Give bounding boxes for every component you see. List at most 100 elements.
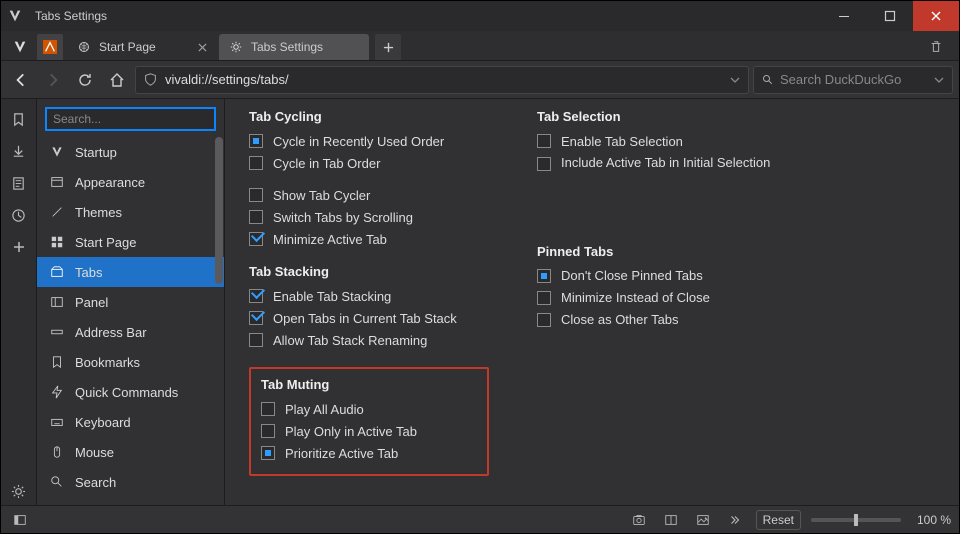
group-tab-stacking: Tab Stacking Enable Tab Stacking Open Ta…	[249, 264, 489, 351]
tabs-icon	[49, 264, 65, 280]
opt-label: Play Only in Active Tab	[285, 424, 417, 439]
nav-item-quick-commands[interactable]: Quick Commands	[37, 377, 224, 407]
zoom-slider[interactable]	[811, 518, 901, 522]
opt-dont-close-pinned[interactable]: Don't Close Pinned Tabs	[537, 265, 777, 287]
nav-item-privacy[interactable]: Privacy	[37, 497, 224, 505]
pinned-tab-icon[interactable]	[37, 34, 63, 60]
zoom-reset-button[interactable]: Reset	[756, 510, 801, 530]
opt-prioritize-active[interactable]: Prioritize Active Tab	[261, 442, 477, 464]
addressbar-icon	[49, 324, 65, 340]
section-title: Tab Muting	[261, 377, 477, 392]
keyboard-icon	[49, 414, 65, 430]
reload-button[interactable]	[71, 66, 99, 94]
opt-label: Include Active Tab in Initial Selection	[561, 155, 770, 172]
nav-label: Start Page	[75, 235, 136, 250]
nav-item-tabs[interactable]: Tabs	[37, 257, 224, 287]
notes-panel-icon[interactable]	[5, 169, 33, 197]
opt-label: Show Tab Cycler	[273, 188, 370, 203]
address-bar: vivaldi://settings/tabs/ Search DuckDuck…	[1, 61, 959, 99]
radio-icon	[261, 446, 275, 460]
images-toggle-icon[interactable]	[692, 509, 714, 531]
tiling-icon[interactable]	[660, 509, 682, 531]
panel-icon	[49, 294, 65, 310]
nav-item-keyboard[interactable]: Keyboard	[37, 407, 224, 437]
lock-icon	[49, 504, 65, 505]
trash-icon[interactable]	[923, 34, 949, 60]
minimize-button[interactable]	[821, 1, 867, 31]
scrollbar-thumb[interactable]	[215, 137, 223, 284]
nav-item-panel[interactable]: Panel	[37, 287, 224, 317]
forward-button[interactable]	[39, 66, 67, 94]
sidebar-scrollbar[interactable]	[214, 137, 224, 505]
opt-include-active-tab[interactable]: Include Active Tab in Initial Selection	[537, 152, 777, 172]
nav-item-start-page[interactable]: Start Page	[37, 227, 224, 257]
grid-icon	[49, 234, 65, 250]
opt-play-all-audio[interactable]: Play All Audio	[261, 398, 477, 420]
radio-icon	[537, 291, 551, 305]
bookmarks-panel-icon[interactable]	[5, 105, 33, 133]
nav-label: Privacy	[75, 505, 118, 506]
nav-item-search[interactable]: Search	[37, 467, 224, 497]
history-panel-icon[interactable]	[5, 201, 33, 229]
nav-label: Appearance	[75, 175, 145, 190]
opt-label: Play All Audio	[285, 402, 364, 417]
brush-icon	[49, 204, 65, 220]
opt-label: Enable Tab Stacking	[273, 289, 391, 304]
home-button[interactable]	[103, 66, 131, 94]
opt-open-in-stack[interactable]: Open Tabs in Current Tab Stack	[249, 307, 489, 329]
tab-start-page[interactable]: Start Page	[67, 34, 217, 60]
nav-item-appearance[interactable]: Appearance	[37, 167, 224, 197]
url-field[interactable]: vivaldi://settings/tabs/	[135, 66, 749, 94]
search-field[interactable]: Search DuckDuckGo	[753, 66, 953, 94]
downloads-panel-icon[interactable]	[5, 137, 33, 165]
settings-search-input[interactable]	[45, 107, 216, 131]
vivaldi-menu-icon[interactable]	[7, 34, 33, 60]
new-tab-button[interactable]	[375, 34, 401, 60]
opt-show-tab-cycler[interactable]: Show Tab Cycler	[249, 184, 489, 206]
opt-label: Prioritize Active Tab	[285, 446, 398, 461]
checkbox-icon	[249, 311, 263, 325]
window-title: Tabs Settings	[29, 9, 821, 23]
nav-label: Address Bar	[75, 325, 147, 340]
opt-cycle-order[interactable]: Cycle in Tab Order	[249, 152, 489, 174]
nav-item-startup[interactable]: Startup	[37, 137, 224, 167]
opt-minimize-instead[interactable]: Minimize Instead of Close	[537, 287, 777, 309]
settings-gear-icon[interactable]	[5, 477, 33, 505]
url-text: vivaldi://settings/tabs/	[165, 72, 289, 87]
opt-label: Allow Tab Stack Renaming	[273, 333, 427, 348]
back-button[interactable]	[7, 66, 35, 94]
checkbox-icon	[249, 232, 263, 246]
opt-label: Cycle in Tab Order	[273, 156, 380, 171]
opt-cycle-recent[interactable]: Cycle in Recently Used Order	[249, 130, 489, 152]
nav-item-themes[interactable]: Themes	[37, 197, 224, 227]
nav-label: Search	[75, 475, 116, 490]
nav-item-bookmarks[interactable]: Bookmarks	[37, 347, 224, 377]
page-actions-icon[interactable]	[724, 509, 746, 531]
opt-play-active-only[interactable]: Play Only in Active Tab	[261, 420, 477, 442]
opt-allow-stack-rename[interactable]: Allow Tab Stack Renaming	[249, 329, 489, 351]
opt-close-as-other[interactable]: Close as Other Tabs	[537, 309, 777, 331]
search-icon	[49, 474, 65, 490]
chevron-down-icon[interactable]	[730, 75, 740, 85]
zoom-value: 100 %	[911, 513, 951, 527]
opt-minimize-active[interactable]: Minimize Active Tab	[249, 228, 489, 250]
chevron-down-icon[interactable]	[934, 75, 944, 85]
panel-toggle-icon[interactable]	[9, 509, 31, 531]
side-panel-bar	[1, 99, 37, 505]
slider-knob[interactable]	[854, 514, 858, 526]
tab-tabs-settings[interactable]: Tabs Settings	[219, 34, 369, 60]
opt-enable-tab-selection[interactable]: Enable Tab Selection	[537, 130, 777, 152]
tab-label: Start Page	[99, 40, 156, 54]
maximize-button[interactable]	[867, 1, 913, 31]
section-title: Tab Cycling	[249, 109, 489, 124]
nav-item-mouse[interactable]: Mouse	[37, 437, 224, 467]
nav-label: Panel	[75, 295, 108, 310]
nav-item-address-bar[interactable]: Address Bar	[37, 317, 224, 347]
close-button[interactable]	[913, 1, 959, 31]
add-panel-icon[interactable]	[5, 233, 33, 261]
capture-icon[interactable]	[628, 509, 650, 531]
opt-switch-scroll[interactable]: Switch Tabs by Scrolling	[249, 206, 489, 228]
opt-enable-stacking[interactable]: Enable Tab Stacking	[249, 285, 489, 307]
close-icon[interactable]	[198, 43, 207, 52]
nav-label: Mouse	[75, 445, 114, 460]
